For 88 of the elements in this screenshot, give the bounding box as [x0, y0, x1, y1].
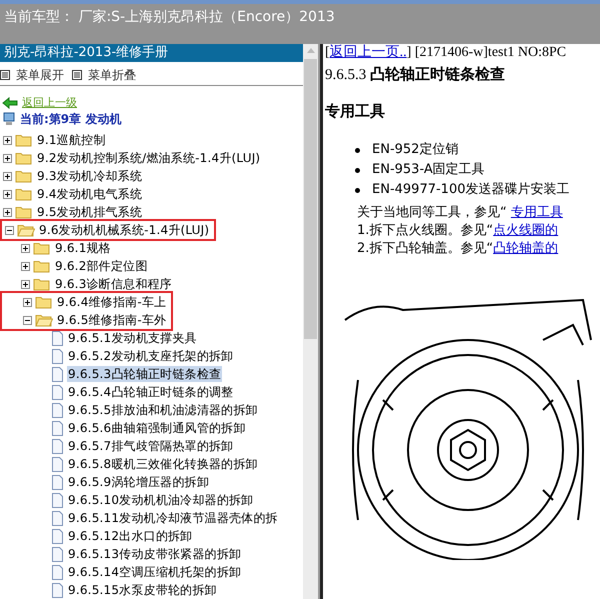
page-icon: [51, 528, 64, 544]
tree-item[interactable]: 9.6.1规格: [54, 240, 112, 256]
bullet-icon: [355, 148, 360, 152]
tree-item[interactable]: 9.6.5.3凸轮轴正时链条检查: [67, 366, 222, 382]
list-icon: [72, 70, 82, 80]
tool-item: EN-49977-100发送器碟片安装工: [372, 181, 570, 200]
scrollbar-thumb[interactable]: [304, 59, 317, 339]
page-icon: [51, 474, 64, 490]
page-icon: [51, 402, 64, 418]
header-title: 当前车型： 厂家:S-上海别克昂科拉（Encore）2013: [4, 9, 335, 25]
instruction-text: 2.拆下凸轮轴盖。参见“凸轮轴盖的: [357, 240, 560, 258]
expand-icon[interactable]: [21, 244, 30, 252]
instruction-text: 1.拆下点火线圈。参见“点火线圈的: [357, 222, 560, 240]
folder-icon: [15, 205, 33, 219]
expand-icon[interactable]: [3, 190, 12, 198]
expand-icon[interactable]: [3, 172, 12, 180]
tree-item[interactable]: 9.6.5维修指南-车外: [56, 312, 168, 328]
expand-icon[interactable]: [23, 298, 32, 306]
expand-icon[interactable]: [21, 280, 30, 288]
page-icon: [51, 564, 64, 580]
expand-icon[interactable]: [3, 136, 12, 144]
section-heading: 专用工具: [325, 102, 386, 122]
folder-icon: [15, 151, 33, 165]
expand-icon[interactable]: [21, 262, 30, 270]
current-chapter: 当前:第9章 发动机: [20, 111, 122, 128]
tree-item[interactable]: 9.4发动机电气系统: [36, 186, 144, 202]
page-icon: [51, 420, 64, 436]
page-icon: [51, 330, 64, 346]
scrollbar[interactable]: [303, 44, 318, 599]
folder-icon: [15, 187, 33, 201]
panel-title: 别克-昂科拉-2013-维修手册: [0, 44, 303, 62]
back-arrow-icon: [2, 97, 18, 109]
open-folder-icon: [17, 223, 35, 237]
folder-icon: [33, 277, 51, 291]
link[interactable]: 返回上一页..: [330, 45, 407, 60]
link[interactable]: 凸轮轴盖的: [493, 241, 558, 256]
tool-item: EN-952定位销: [372, 141, 458, 160]
tree-item[interactable]: 9.6.5.8暖机三效催化转换器的拆卸: [67, 456, 259, 472]
page-icon: [51, 546, 64, 562]
collapse-icon[interactable]: [5, 226, 14, 234]
page-icon: [51, 348, 64, 364]
tree-item[interactable]: 9.5发动机排气系统: [36, 204, 144, 220]
folder-icon: [33, 241, 51, 255]
tree-item[interactable]: 9.6.5.14空调压缩机托架的拆卸: [67, 564, 242, 580]
tree-item[interactable]: 9.6.5.2发动机支座托架的拆卸: [67, 348, 234, 364]
page-icon: [51, 366, 64, 382]
tree-item[interactable]: 9.6.5.1发动机支撑夹具: [67, 330, 198, 346]
tree-item[interactable]: 9.6发动机机械系统-1.4升(LUJ): [38, 222, 210, 238]
tree-item[interactable]: 9.6.5.7排气歧管隔热罩的拆卸: [67, 438, 234, 454]
page-icon: [51, 510, 64, 526]
tree-item[interactable]: 9.6.3诊断信息和程序: [54, 276, 173, 292]
folder-icon: [33, 259, 51, 273]
link[interactable]: 专用工具: [510, 205, 563, 220]
link[interactable]: 点火线圈的: [493, 223, 558, 238]
tree-item[interactable]: 9.6.5.11发动机冷却液节温器壳体的拆: [67, 510, 279, 526]
tree-item[interactable]: 9.6.5.15水泵皮带轮的拆卸: [67, 582, 218, 598]
expand-icon[interactable]: [3, 154, 12, 162]
bullet-icon: [355, 168, 360, 172]
tree-item[interactable]: 9.6.4维修指南-车上: [56, 294, 168, 310]
tree-item[interactable]: 9.6.5.12出水口的拆卸: [67, 528, 194, 544]
folder-icon: [15, 169, 33, 183]
open-folder-icon: [35, 313, 53, 327]
page-icon: [51, 438, 64, 454]
tree-item[interactable]: 9.6.5.9涡轮增压器的拆卸: [67, 474, 210, 490]
tree-item[interactable]: 9.6.5.4凸轮轴正时链条的调整: [67, 384, 234, 400]
folder-icon: [35, 295, 53, 309]
page-icon: [51, 492, 64, 508]
tree-item[interactable]: 9.6.2部件定位图: [54, 258, 149, 274]
menu-toggle-button[interactable]: 菜单折叠: [72, 66, 136, 84]
computer-icon: [2, 112, 16, 126]
tool-item: EN-953-A固定工具: [372, 161, 485, 180]
tree-item[interactable]: 9.6.5.6曲轴箱强制通风管的拆卸: [67, 420, 247, 436]
tree-item[interactable]: 9.1巡航控制: [36, 132, 106, 148]
nav-line: [返回上一页..] [2171406-w]test1 NO:8PC: [325, 44, 568, 62]
tree-item[interactable]: 9.6.5.13传动皮带张紧器的拆卸: [67, 546, 242, 562]
instruction-text: 关于当地同等工具，参见“ 专用工具: [357, 204, 564, 222]
bullet-icon: [355, 188, 360, 192]
tree-item[interactable]: 9.2发动机控制系统/燃油系统-1.4升(LUJ): [36, 150, 262, 166]
folder-icon: [15, 133, 33, 147]
menu-toggle-button[interactable]: 菜单展开: [0, 66, 64, 84]
collapse-icon[interactable]: [23, 316, 32, 324]
tree-item[interactable]: 9.6.5.10发动机机油冷却器的拆卸: [67, 492, 254, 508]
expand-icon[interactable]: [3, 208, 12, 216]
page-icon: [51, 456, 64, 472]
tree-item[interactable]: 9.6.5.5排放油和机油滤清器的拆卸: [67, 402, 259, 418]
tree-item[interactable]: 9.3发动机冷却系统: [36, 168, 144, 184]
page-icon: [51, 384, 64, 400]
page-heading: 9.6.5.3 凸轮轴正时链条检查: [325, 65, 506, 85]
